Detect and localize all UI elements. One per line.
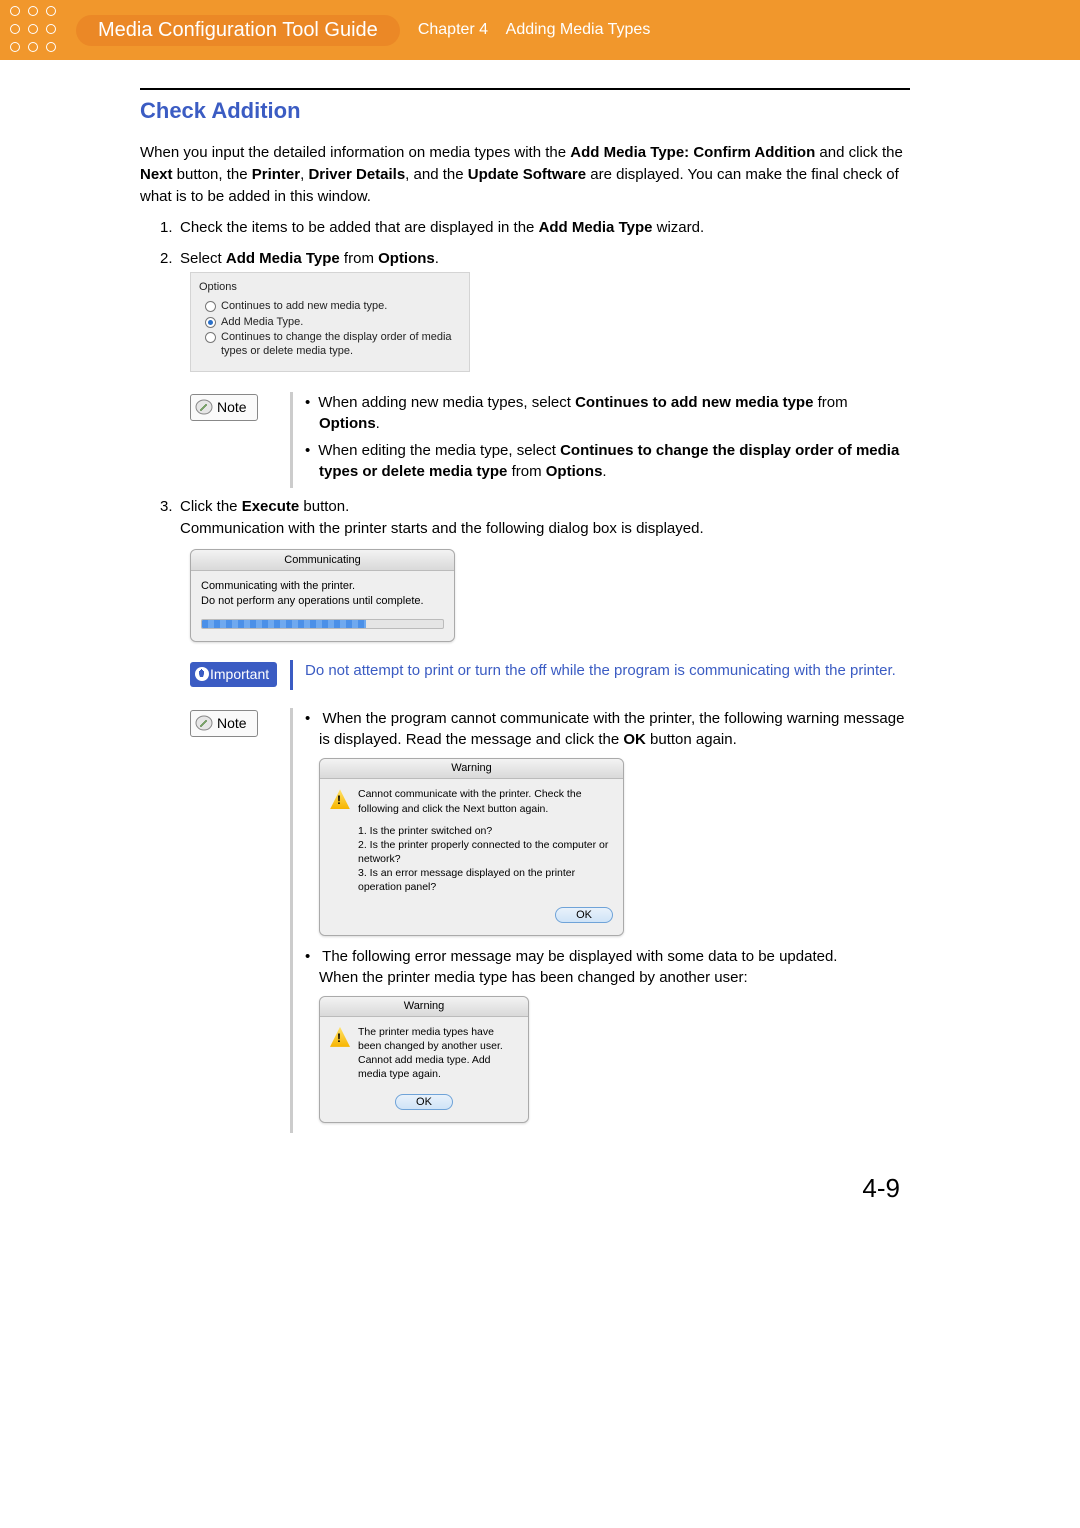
step-3: 3.Click the Execute button. Communicatio… [160, 496, 910, 1133]
chapter-label: Chapter 4 Adding Media Types [418, 21, 651, 39]
note-callout-1: Note When adding new media types, select… [190, 392, 910, 488]
note1-bullet-1: When adding new media types, select Cont… [305, 392, 910, 434]
option-add-media-type[interactable]: Add Media Type. [205, 316, 461, 330]
option-continues-add[interactable]: Continues to add new media type. [205, 300, 461, 314]
callout-divider [290, 392, 293, 488]
intro-paragraph: When you input the detailed information … [140, 142, 910, 207]
warning-icon [330, 789, 350, 809]
dialog-text-2: Do not perform any operations until comp… [201, 594, 444, 609]
note-badge: Note [190, 710, 258, 737]
dialog-text-1: Communicating with the printer. [201, 579, 444, 594]
note-callout-2: Note When the program cannot communicate… [190, 708, 910, 1133]
page-number: 4-9 [140, 1173, 910, 1204]
decor-dots [10, 6, 58, 54]
note2-bullet-2: The following error message may be displ… [305, 946, 910, 1123]
note1-bullet-2: When editing the media type, select Cont… [305, 440, 910, 482]
ok-button[interactable]: OK [395, 1094, 453, 1110]
warning-dialog-2: Warning The printer media types have bee… [319, 996, 529, 1123]
guide-title: Media Configuration Tool Guide [76, 15, 400, 46]
options-panel: Options Continues to add new media type.… [190, 272, 470, 372]
section-divider [140, 88, 910, 90]
warning-message: The printer media types have been change… [358, 1025, 518, 1082]
communicating-dialog: Communicating Communicating with the pri… [190, 549, 455, 642]
radio-icon[interactable] [205, 301, 216, 312]
pencil-icon [195, 399, 213, 415]
option-change-order[interactable]: Continues to change the display order of… [205, 331, 461, 359]
important-text: Do not attempt to print or turn the off … [305, 660, 910, 690]
note2-bullet-1: When the program cannot communicate with… [305, 708, 910, 936]
chapter-number: Chapter 4 [418, 21, 488, 38]
options-title: Options [199, 279, 461, 296]
important-badge: Important [190, 662, 277, 687]
hand-icon [194, 666, 210, 682]
warning-dialog-1: Warning Cannot communicate with the prin… [319, 758, 624, 936]
steps-list: 1.Check the items to be added that are d… [140, 217, 910, 1132]
note-badge: Note [190, 394, 258, 421]
callout-divider [290, 708, 293, 1133]
warning-message: Cannot communicate with the printer. Che… [358, 787, 613, 815]
important-callout: Important Do not attempt to print or tur… [190, 660, 910, 690]
step-2: 2.Select Add Media Type from Options. Op… [160, 248, 910, 488]
radio-icon[interactable] [205, 332, 216, 343]
warning-icon [330, 1027, 350, 1047]
progress-bar [201, 619, 444, 629]
pencil-icon [195, 715, 213, 731]
dialog-title: Communicating [191, 550, 454, 572]
page-header: Media Configuration Tool Guide Chapter 4… [0, 0, 1080, 60]
ok-button[interactable]: OK [555, 907, 613, 923]
dialog-title: Warning [320, 759, 623, 779]
radio-icon[interactable] [205, 317, 216, 328]
dialog-title: Warning [320, 997, 528, 1017]
step-1: 1.Check the items to be added that are d… [160, 217, 910, 240]
page-content: Check Addition When you input the detail… [0, 60, 990, 1244]
section-title: Check Addition [140, 98, 910, 124]
callout-divider [290, 660, 293, 690]
chapter-name: Adding Media Types [506, 21, 651, 38]
